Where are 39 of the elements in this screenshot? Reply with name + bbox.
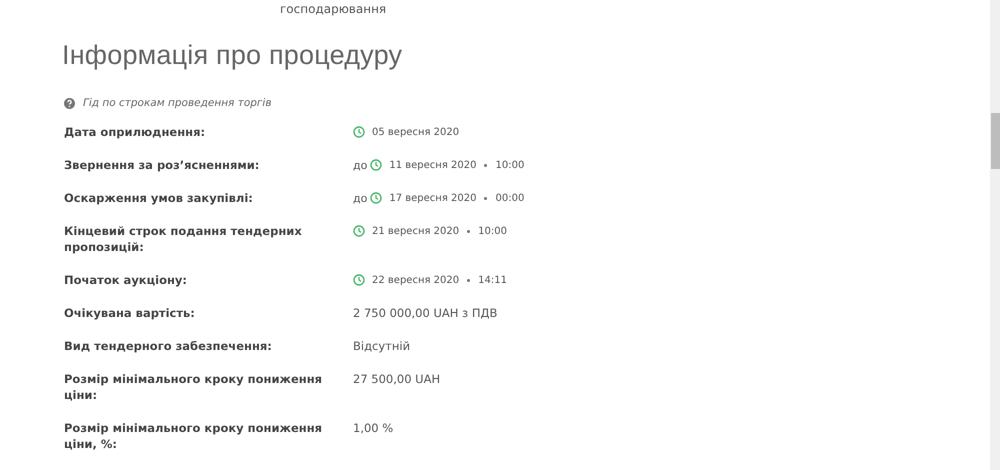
date-text: 17 вересня 2020 [389,192,476,204]
scrollbar-thumb[interactable] [991,113,1000,169]
description-text: господарювання [280,2,386,16]
date-text: 05 вересня 2020 [372,126,460,138]
field-label: Вид тендерного забезпечення: [64,338,273,354]
field-label: Початок аукціону: [64,272,188,288]
bullet-icon [484,196,488,200]
field-value: 27 500,00 UAH [353,372,440,386]
field-value: 1,00 % [353,421,394,435]
clock-icon [353,274,365,286]
time-text: 10:00 [478,226,507,236]
clock-icon [353,126,365,138]
prefix-text: до [353,192,368,204]
field-label: Розмір мінімального кроку пониження ціни, %: [64,420,324,452]
time-text: 10:00 [495,160,524,170]
clock-icon [370,159,382,171]
section-heading: Інформація про процедуру [62,40,404,71]
clock-icon [370,192,382,204]
date-text: 21 вересня 2020 [372,226,460,236]
field-label: Розмір мінімального кроку пониження ціни: [64,371,324,403]
help-icon [64,98,75,108]
field-label: Очікувана вартість: [64,305,196,321]
prefix-text: до [353,158,368,172]
time-text: 14:11 [478,274,507,286]
scrollbar[interactable] [990,0,1000,470]
date-text: 22 вересня 2020 [372,274,460,286]
field-value: 2 750 000,00 UAH з ПДВ [353,306,498,320]
bullet-icon [467,278,470,282]
date-text: 11 вересня 2020 [389,160,476,170]
time-text: 00:00 [495,192,524,204]
clock-icon [353,225,365,237]
guide-link[interactable]: Гід по строкам проведення торгів [83,97,272,109]
field-label: Оскарження умов закупівлі: [64,190,254,206]
bullet-icon [484,164,488,166]
field-value: Відсутній [353,339,410,353]
field-label: Звернення за роз’ясненнями: [64,157,260,173]
field-label: Кінцевий строк подання тендерних пропозицій: [64,223,303,255]
field-label: Дата оприлюднення: [64,124,206,140]
bullet-icon [467,230,470,232]
